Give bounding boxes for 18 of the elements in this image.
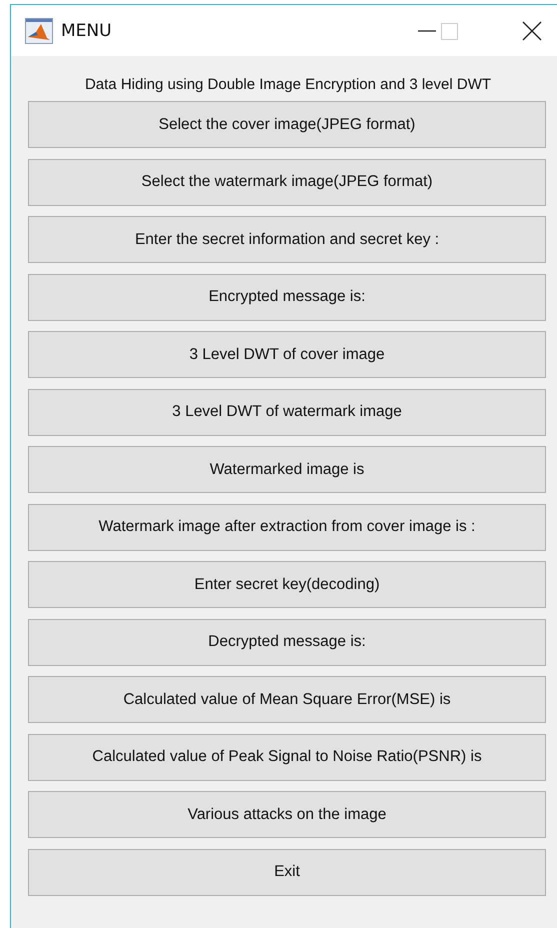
menu-button[interactable]: Exit [28,848,546,896]
menu-button[interactable]: Select the watermark image(JPEG format) [28,158,546,206]
menu-button[interactable]: Watermarked image is [28,446,546,493]
menu-button[interactable]: Encrypted message is: [28,274,546,320]
menu-button[interactable]: Enter secret key(decoding) [28,561,546,608]
menu-button[interactable]: 3 Level DWT of watermark image [28,388,546,436]
menu-button[interactable]: Watermark image after extraction from cover image is : [28,504,546,550]
window-title: MENU [61,20,113,40]
heading-text: Data Hiding using Double Image Encryption and 3 level DWT [84,75,492,95]
menu-button[interactable]: Various attacks on the image [28,791,546,838]
menu-button[interactable]: 3 Level DWT of cover image [28,331,546,378]
menu-button[interactable]: Calculated value of Peak Signal to Noise Ratio(PSNR) is [28,734,546,780]
menu-button[interactable]: Select the cover image(JPEG format) [28,101,546,148]
menu-button[interactable]: Decrypted message is: [28,618,546,666]
menu-button[interactable]: Enter the secret information and secret key : [28,216,546,263]
close-icon[interactable] [521,20,543,42]
app-icon [25,18,53,44]
menu-button[interactable]: Calculated value of Mean Square Error(MSE) is [28,676,546,723]
